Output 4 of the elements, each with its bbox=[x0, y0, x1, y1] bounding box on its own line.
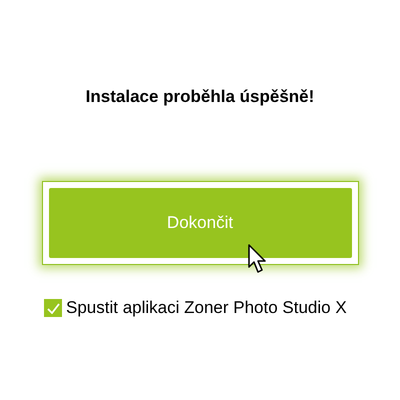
launch-label: Spustit aplikaci Zoner Photo Studio X bbox=[66, 298, 347, 318]
launch-checkbox[interactable] bbox=[44, 299, 62, 317]
success-heading: Instalace proběhla úspěšně! bbox=[86, 86, 314, 108]
finish-button[interactable]: Dokončit bbox=[48, 188, 352, 258]
